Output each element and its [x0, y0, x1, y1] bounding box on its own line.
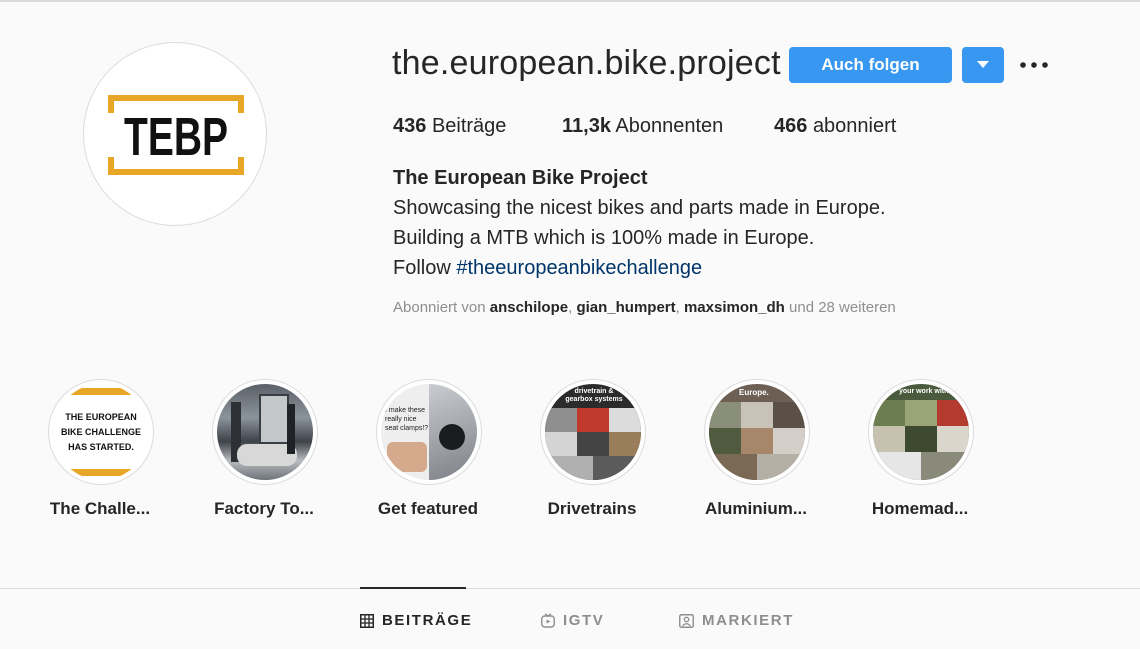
posts-label: Beiträge	[431, 115, 507, 137]
tab-tagged[interactable]: MARKIERT	[679, 612, 794, 629]
tab-igtv[interactable]: IGTV	[541, 612, 604, 629]
follow-button[interactable]: Auch folgen	[789, 47, 952, 83]
stat-followers[interactable]: 11,3k Abonnenten	[562, 115, 723, 138]
bio-line-1: Showcasing the nicest bikes and parts ma…	[393, 197, 886, 219]
followers-label: Abonnenten	[615, 115, 724, 137]
caret-down-icon	[977, 61, 989, 68]
igtv-icon	[541, 613, 555, 628]
avatar-logo-text: TEBP	[124, 107, 228, 167]
highlight-homemade[interactable]: your work with us	[868, 379, 974, 485]
hashtag-link[interactable]: #theeuropeanbikechallenge	[456, 257, 702, 279]
highlight-thumbnail: your work with us	[873, 384, 969, 480]
more-options-button[interactable]	[1016, 52, 1052, 78]
highlight-thumbnail	[217, 384, 313, 480]
highlight-label[interactable]: Factory To...	[182, 499, 346, 519]
follower-user-link[interactable]: anschilope	[490, 299, 568, 316]
highlight-aluminium[interactable]: Europe.	[704, 379, 810, 485]
tab-label: IGTV	[563, 612, 605, 629]
highlight-thumb-text: I make these really nice seat clamps!?	[385, 407, 429, 432]
bio-full-name: The European Bike Project	[393, 167, 648, 189]
highlight-thumbnail: drivetrain & gearbox systems	[545, 384, 641, 480]
tab-divider	[0, 588, 1140, 589]
highlight-label[interactable]: Aluminium...	[674, 499, 838, 519]
follower-user-link[interactable]: gian_humpert	[576, 299, 675, 316]
tab-label: MARKIERT	[702, 612, 794, 629]
tab-posts[interactable]: BEITRÄGE	[360, 612, 472, 629]
grid-icon	[360, 613, 374, 628]
highlight-label[interactable]: Get featured	[346, 499, 510, 519]
tebp-logo: TEBP	[108, 95, 244, 175]
following-label: abonniert	[812, 115, 897, 137]
stat-following[interactable]: 466 abonniert	[774, 115, 896, 138]
stat-posts: 436 Beiträge	[393, 115, 506, 138]
highlight-get-featured[interactable]: I make these really nice seat clamps!?	[376, 379, 482, 485]
highlight-thumbnail: THE EUROPEAN BIKE CHALLENGE HAS STARTED.	[53, 384, 149, 480]
highlight-thumb-text: THE EUROPEAN BIKE CHALLENGE HAS STARTED.	[61, 412, 142, 452]
separator: ,	[675, 299, 684, 316]
highlight-thumb-text: drivetrain & gearbox systems	[565, 388, 623, 403]
followed-by-prefix: Abonniert von	[393, 299, 490, 316]
highlight-thumb-text: Europe.	[739, 388, 769, 397]
bio-line-3: Follow #theeuropeanbikechallenge	[393, 257, 702, 280]
followers-count: 11,3k	[562, 115, 611, 137]
ellipsis-icon	[1020, 62, 1048, 68]
bio-follow-prefix: Follow	[393, 257, 457, 279]
following-count: 466	[774, 115, 808, 137]
highlight-label[interactable]: The Challe...	[18, 499, 182, 519]
highlight-drivetrains[interactable]: drivetrain & gearbox systems	[540, 379, 646, 485]
highlight-factory-tour[interactable]	[212, 379, 318, 485]
posts-count: 436	[393, 115, 427, 137]
followed-by-suffix: und 28 weiteren	[784, 299, 896, 316]
follower-user-link[interactable]: maxsimon_dh	[684, 299, 785, 316]
followed-by-line[interactable]: Abonniert von anschilope, gian_humpert, …	[393, 299, 896, 316]
bio-line-2: Building a MTB which is 100% made in Eur…	[393, 227, 815, 249]
highlight-label[interactable]: Drivetrains	[510, 499, 674, 519]
tab-label: BEITRÄGE	[382, 612, 473, 629]
highlight-thumb-text: your work with us	[899, 388, 959, 395]
tab-active-indicator	[360, 587, 466, 589]
highlight-the-challenge[interactable]: THE EUROPEAN BIKE CHALLENGE HAS STARTED.	[48, 379, 154, 485]
highlight-thumbnail: Europe.	[709, 384, 805, 480]
highlight-label[interactable]: Homemad...	[838, 499, 1002, 519]
tagged-icon	[679, 613, 694, 628]
suggestions-dropdown-button[interactable]	[962, 47, 1004, 83]
profile-username: the.european.bike.project	[392, 44, 781, 82]
profile-avatar[interactable]: TEBP	[83, 42, 267, 226]
highlight-thumbnail: I make these really nice seat clamps!?	[381, 384, 477, 480]
